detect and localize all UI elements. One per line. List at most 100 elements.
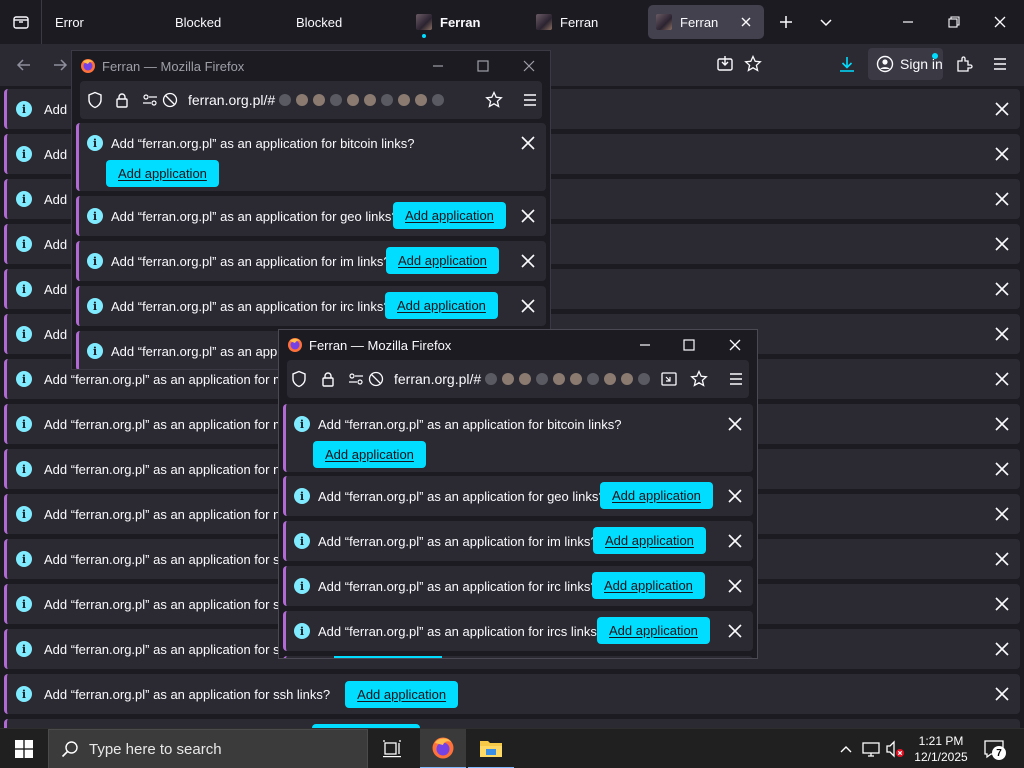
add-application-button[interactable]: Add application: [385, 292, 498, 319]
close-icon[interactable]: [727, 623, 743, 639]
add-application-button[interactable]: Add application: [592, 572, 705, 599]
minimize-icon[interactable]: [430, 58, 446, 74]
close-icon[interactable]: [994, 641, 1010, 657]
bookmark-star-icon[interactable]: [485, 91, 503, 109]
menu-icon[interactable]: [523, 93, 537, 107]
info-icon: i: [294, 533, 310, 549]
tab-favicon: [416, 14, 432, 30]
menu-icon[interactable]: [729, 372, 743, 386]
add-application-button[interactable]: Add application: [313, 441, 426, 468]
back-button[interactable]: [14, 55, 34, 75]
close-icon[interactable]: [521, 58, 537, 74]
notification-center-button[interactable]: 7: [982, 738, 1006, 760]
bookmark-star-icon[interactable]: [690, 370, 708, 388]
notification-message: Add “ferran.org.pl” as an application fo…: [318, 579, 598, 594]
popup-notification-bar-partial: [283, 656, 753, 658]
taskbar-file-explorer-button[interactable]: [468, 729, 514, 768]
tab-ferran-active[interactable]: Ferran: [648, 5, 764, 39]
app-menu-button[interactable]: [990, 54, 1010, 74]
window-close-button[interactable]: [990, 12, 1010, 32]
add-application-button[interactable]: Add application: [386, 247, 499, 274]
lock-icon[interactable]: [114, 92, 130, 108]
taskbar-firefox-button[interactable]: [420, 729, 466, 768]
close-icon[interactable]: [727, 488, 743, 504]
shield-icon[interactable]: [290, 370, 308, 388]
close-icon[interactable]: [994, 191, 1010, 207]
tab-blocked-1[interactable]: Blocked: [175, 5, 285, 39]
forward-button[interactable]: [50, 55, 70, 75]
close-icon[interactable]: [994, 101, 1010, 117]
shield-icon[interactable]: [86, 91, 104, 109]
new-tab-icon: [780, 16, 792, 28]
window-restore-button[interactable]: [944, 12, 964, 32]
taskbar-search-box[interactable]: Type here to search: [48, 729, 368, 768]
popup-url[interactable]: ferran.org.pl/#: [188, 92, 275, 108]
lock-icon[interactable]: [320, 371, 336, 387]
close-icon[interactable]: [994, 281, 1010, 297]
close-icon[interactable]: [520, 298, 536, 314]
close-icon[interactable]: [994, 146, 1010, 162]
tab-error[interactable]: Error: [55, 5, 165, 39]
taskbar-clock[interactable]: 1:21 PM 12/1/2025: [910, 733, 972, 765]
close-icon[interactable]: [994, 506, 1010, 522]
show-hidden-icons-button[interactable]: [836, 739, 856, 759]
start-button[interactable]: [0, 729, 48, 768]
add-application-button[interactable]: Add application: [393, 202, 506, 229]
popup-url[interactable]: ferran.org.pl/#: [394, 371, 481, 387]
tracking-icon[interactable]: [368, 371, 384, 387]
bookmark-button[interactable]: [743, 54, 763, 74]
close-icon[interactable]: [994, 596, 1010, 612]
close-icon[interactable]: [994, 686, 1010, 702]
permissions-icon[interactable]: [348, 371, 364, 387]
notification-count-badge: 7: [992, 746, 1006, 760]
popup-urlbar[interactable]: ferran.org.pl/#: [287, 360, 749, 398]
close-icon[interactable]: [727, 416, 743, 432]
add-application-button[interactable]: Add application: [597, 617, 710, 644]
popup-urlbar[interactable]: ferran.org.pl/#: [80, 81, 542, 119]
maximize-icon[interactable]: [475, 58, 491, 74]
tab-ferran-2[interactable]: Ferran: [536, 5, 646, 39]
list-all-tabs-button[interactable]: [816, 12, 836, 32]
extensions-button[interactable]: [954, 54, 974, 74]
search-placeholder: Type here to search: [89, 740, 222, 758]
tracking-icon[interactable]: [162, 92, 178, 108]
volume-button[interactable]: [884, 739, 906, 759]
add-application-button[interactable]: Add application: [600, 482, 713, 509]
close-icon[interactable]: [520, 208, 536, 224]
partial-add-button: [334, 656, 442, 658]
close-tab-button[interactable]: [738, 14, 754, 30]
close-icon[interactable]: [727, 578, 743, 594]
close-icon[interactable]: [994, 236, 1010, 252]
save-to-pocket-button[interactable]: [715, 54, 735, 74]
firefox-view-button[interactable]: [0, 0, 42, 44]
close-icon[interactable]: [727, 533, 743, 549]
popup-window-2: Ferran — Mozilla Firefox ferran.org.pl/#…: [278, 329, 758, 659]
tab-blocked-2[interactable]: Blocked: [296, 5, 406, 39]
notification-message: Add “ferran.org.pl” as an application fo…: [111, 299, 391, 314]
close-icon[interactable]: [727, 337, 743, 353]
close-icon[interactable]: [994, 326, 1010, 342]
popup-notification-bar: i Add “ferran.org.pl” as an application …: [76, 123, 546, 191]
maximize-icon[interactable]: [681, 337, 697, 353]
new-tab-button[interactable]: [776, 12, 796, 32]
downloads-button[interactable]: [837, 54, 857, 74]
network-button[interactable]: [860, 739, 882, 759]
popup-notification-bar: i Add “ferran.org.pl” as an application …: [283, 611, 753, 651]
add-application-button[interactable]: Add application: [106, 160, 219, 187]
close-icon[interactable]: [994, 461, 1010, 477]
add-application-button[interactable]: Add application: [593, 527, 706, 554]
close-icon[interactable]: [520, 253, 536, 269]
tab-ferran-1[interactable]: Ferran: [416, 5, 526, 39]
close-icon[interactable]: [994, 416, 1010, 432]
permissions-icon[interactable]: [142, 92, 158, 108]
minimize-icon[interactable]: [637, 337, 653, 353]
close-icon[interactable]: [520, 135, 536, 151]
close-icon[interactable]: [994, 551, 1010, 567]
sign-in-button[interactable]: Sign in: [868, 48, 943, 80]
close-icon[interactable]: [994, 371, 1010, 387]
window-minimize-button[interactable]: [898, 12, 918, 32]
firefox-icon: [288, 338, 302, 352]
task-view-button[interactable]: [372, 729, 412, 768]
add-application-button[interactable]: Add application: [345, 680, 459, 708]
picture-in-picture-icon[interactable]: [661, 371, 677, 387]
